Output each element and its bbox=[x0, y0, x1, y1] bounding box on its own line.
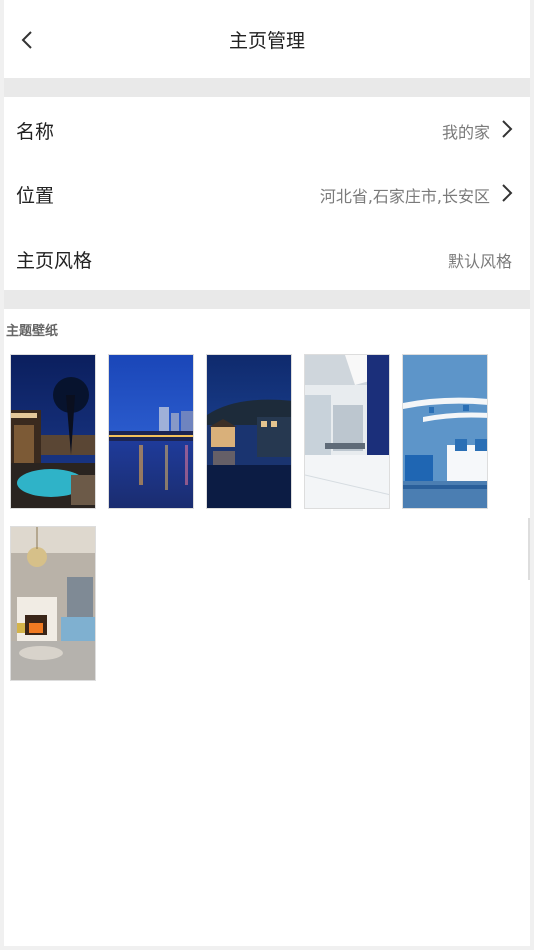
chevron-right-icon bbox=[502, 184, 513, 202]
wallpaper-thumbnail-harbor-city[interactable] bbox=[108, 354, 194, 509]
section-divider bbox=[4, 78, 530, 97]
home-management-screen: 主页管理 名称 我的家 位置 河北省,石家庄市,长安区 主页风格 默认风格 主题… bbox=[4, 0, 530, 946]
location-row[interactable]: 位置 河北省,石家庄市,长安区 bbox=[4, 161, 530, 225]
wallpaper-thumbnail-white-office[interactable] bbox=[304, 354, 390, 509]
section-divider bbox=[4, 290, 530, 309]
name-label: 名称 bbox=[16, 121, 55, 143]
nav-bar: 主页管理 bbox=[4, 0, 530, 78]
page-title: 主页管理 bbox=[228, 30, 305, 52]
location-label: 位置 bbox=[16, 185, 55, 207]
name-row[interactable]: 名称 我的家 bbox=[4, 97, 530, 161]
wallpaper-thumbnail-blue-living-room[interactable] bbox=[402, 354, 488, 509]
name-value: 我的家 bbox=[441, 123, 490, 142]
wallpaper-thumbnail-waterfront-pavilion[interactable] bbox=[206, 354, 292, 509]
wallpaper-section-title: 主题壁纸 bbox=[6, 324, 59, 339]
style-value: 默认风格 bbox=[447, 252, 512, 271]
style-label: 主页风格 bbox=[16, 250, 93, 272]
scrollbar[interactable] bbox=[528, 518, 530, 580]
wallpaper-thumbnail-pool-villa[interactable] bbox=[10, 354, 96, 509]
location-value: 河北省,石家庄市,长安区 bbox=[319, 187, 490, 206]
wallpaper-thumbnail-classic-living-room[interactable] bbox=[10, 526, 96, 681]
style-row[interactable]: 主页风格 默认风格 bbox=[4, 226, 530, 290]
chevron-right-icon bbox=[502, 120, 513, 138]
